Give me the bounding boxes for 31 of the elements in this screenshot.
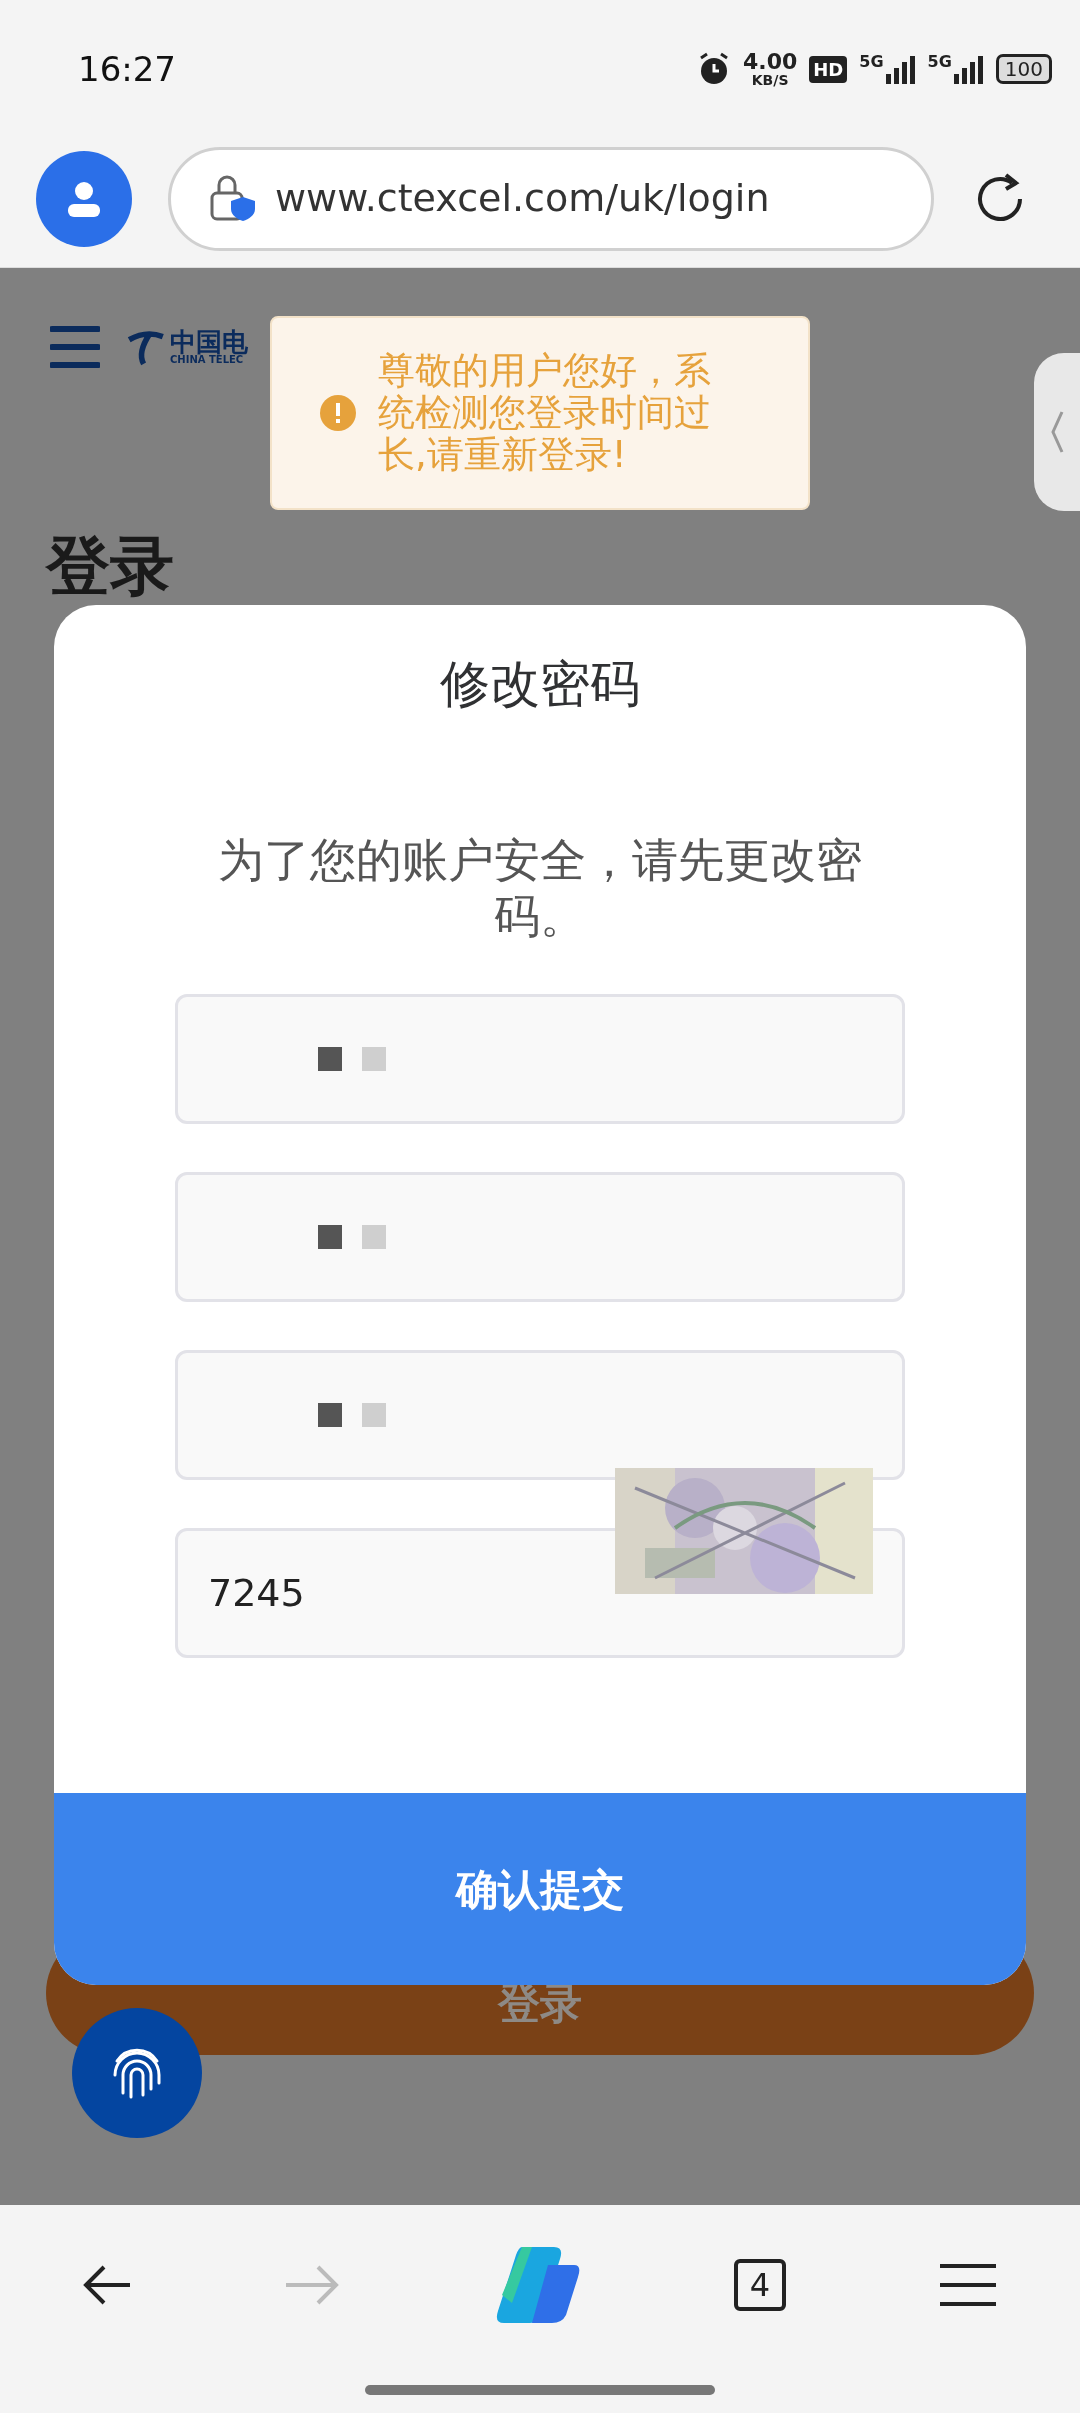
address-bar[interactable]: www.ctexcel.com/uk/login — [168, 146, 934, 251]
lock-icon — [209, 174, 257, 223]
battery: 100 — [995, 54, 1052, 84]
dialog-title: 修改密码 — [440, 654, 640, 715]
dialog-message: 为了您的账户安全，请先更改密码。 — [217, 832, 863, 944]
net-speed: 4.00 — [743, 51, 798, 73]
redaction-icon — [318, 1225, 388, 1249]
page-heading: 登录 — [46, 528, 175, 605]
tab-count[interactable]: 4 — [734, 2259, 786, 2311]
status-time: 16:27 — [78, 47, 176, 91]
warning-icon — [320, 395, 356, 431]
network-type: 5G — [859, 54, 884, 70]
back-icon[interactable] — [82, 2263, 132, 2307]
warning-message: 尊敬的用户您好，系统检测您登录时间过长,请重新登录! — [378, 350, 712, 476]
input-field[interactable] — [175, 1172, 905, 1302]
signal-icon — [885, 54, 916, 84]
chevron-left-icon — [1050, 410, 1064, 454]
side-tab[interactable] — [1034, 353, 1080, 511]
redaction-icon — [318, 1403, 388, 1427]
menu-icon[interactable] — [938, 2263, 998, 2307]
input-field[interactable] — [175, 994, 905, 1124]
network-type: 5G — [927, 54, 952, 70]
signal-icon — [953, 54, 984, 84]
logo-cn-text: 中国电 — [170, 329, 248, 355]
input-field[interactable] — [175, 1350, 905, 1480]
hd-badge: HD — [809, 55, 848, 83]
submit-button[interactable]: 确认提交 — [54, 1793, 1026, 1985]
redaction-icon — [318, 1047, 388, 1071]
url-text: www.ctexcel.com/uk/login — [275, 175, 770, 222]
net-speed-unit: KB/S — [751, 73, 789, 87]
logo-en-text: CHINA TELEC — [170, 355, 244, 365]
